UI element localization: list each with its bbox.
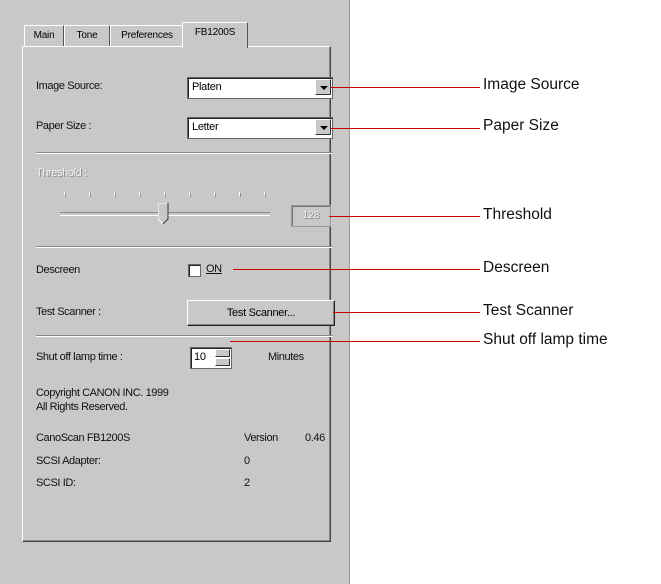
paper-size-select[interactable]: Letter (187, 117, 333, 139)
callout-line-test-scanner (333, 312, 480, 313)
callout-line-paper-size (331, 128, 480, 129)
paper-size-value: Letter (192, 121, 219, 133)
spin-up-icon[interactable] (215, 349, 230, 357)
image-source-select[interactable]: Platen (187, 77, 333, 99)
callout-line-lamp-time (230, 341, 480, 342)
tab-preferences[interactable]: Preferences (110, 25, 184, 46)
divider (36, 335, 333, 337)
threshold-label: Threshold : (36, 167, 87, 179)
lamp-time-label: Shut off lamp time : (36, 351, 123, 363)
callout-image-source: Image Source (483, 76, 580, 93)
scanner-properties-dialog: Main Tone Preferences FB1200S Image Sour… (0, 0, 350, 584)
divider (36, 152, 333, 154)
lamp-time-units: Minutes (268, 351, 304, 363)
model-name: CanoScan FB1200S (36, 432, 130, 444)
scsi-adapter-value: 0 (244, 455, 250, 467)
image-source-label: Image Source: (36, 80, 103, 92)
scsi-adapter-label: SCSI Adapter: (36, 455, 101, 467)
threshold-slider-thumb[interactable] (157, 202, 169, 225)
callout-line-threshold (329, 216, 480, 217)
spin-down-icon[interactable] (215, 358, 230, 366)
tab-tone[interactable]: Tone (64, 25, 110, 46)
version-value: 0.46 (305, 432, 325, 444)
test-scanner-button[interactable]: Test Scanner... (187, 300, 335, 326)
tab-fb1200s[interactable]: FB1200S (182, 22, 248, 48)
callout-test-scanner: Test Scanner (483, 302, 574, 319)
tab-main[interactable]: Main (24, 25, 64, 46)
scsi-id-value: 2 (244, 477, 250, 489)
callout-threshold: Threshold (483, 206, 552, 223)
threshold-value-field: 128 (291, 205, 331, 227)
copyright-line-1: Copyright CANON INC. 1999 (36, 387, 169, 399)
paper-size-label: Paper Size : (36, 120, 92, 132)
image-source-value: Platen (192, 81, 222, 93)
lamp-time-spinner[interactable]: 10 (190, 347, 232, 369)
callout-descreen: Descreen (483, 259, 550, 276)
version-label: Version (244, 432, 278, 444)
callout-line-image-source (331, 87, 480, 88)
divider (36, 246, 333, 248)
lamp-time-value: 10 (194, 351, 206, 363)
chevron-down-icon[interactable] (315, 79, 331, 95)
descreen-checkbox-label[interactable]: ON (206, 263, 222, 275)
descreen-checkbox[interactable] (188, 264, 201, 277)
copyright-line-2: All Rights Reserved. (36, 401, 128, 413)
callout-lamp-time: Shut off lamp time (483, 331, 608, 348)
descreen-label: Descreen (36, 264, 80, 276)
chevron-down-icon[interactable] (315, 119, 331, 135)
scsi-id-label: SCSI ID: (36, 477, 76, 489)
callout-paper-size: Paper Size (483, 117, 559, 134)
callout-line-descreen (233, 269, 480, 270)
test-scanner-label: Test Scanner : (36, 306, 101, 318)
